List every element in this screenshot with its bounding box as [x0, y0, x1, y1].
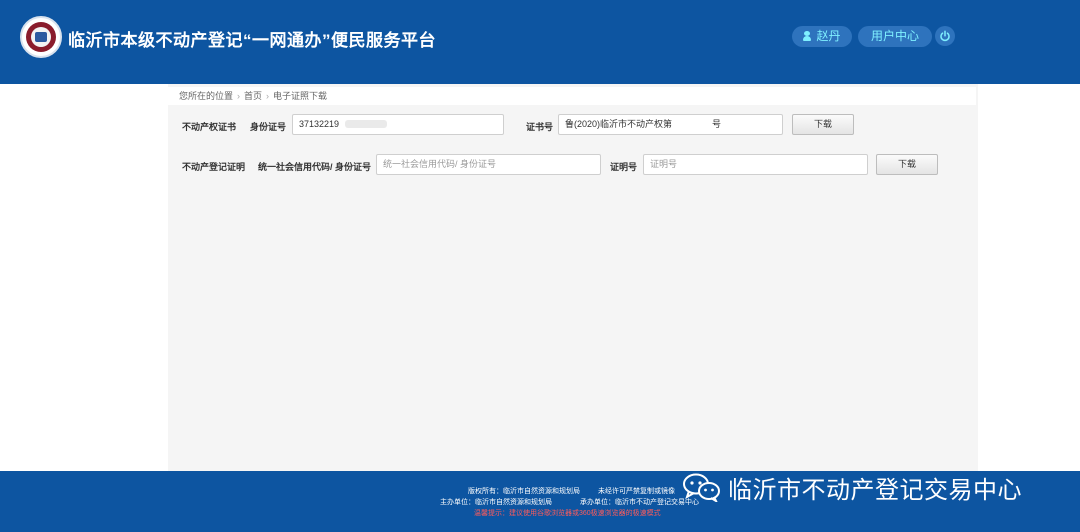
wechat-watermark: 临沂市不动产登记交易中心: [682, 472, 1022, 504]
cert-number-value: 鲁(2020)临沂市不动产权第: [565, 119, 673, 129]
top-header: 临沂市本级不动产登记“一网通办”便民服务平台 赵丹 用户中心: [0, 0, 1080, 84]
breadcrumb-prefix: 您所在的位置: [179, 91, 234, 101]
cert-number-suffix: 号: [712, 119, 722, 129]
credit-code-input[interactable]: 统一社会信用代码/ 身份证号: [376, 154, 601, 175]
proof-number-input[interactable]: 证明号: [643, 154, 868, 175]
redacted-blur: [345, 120, 388, 128]
emblem-logo-icon: [20, 16, 62, 58]
user-center-button[interactable]: 用户中心: [858, 26, 932, 47]
proof-number-label: 证明号: [610, 162, 638, 172]
power-icon: [940, 30, 950, 42]
footer-copyright: 版权所有：临沂市自然资源和规划局: [468, 488, 580, 495]
footer-sponsor: 主办单位：临沂市自然资源和规划局: [440, 499, 552, 506]
section-label-registration-proof: 不动产登记证明: [182, 162, 246, 172]
site-title: 临沂市本级不动产登记“一网通办”便民服务平台: [68, 31, 436, 50]
user-icon: [803, 31, 812, 41]
footer-no-copy: 未经许可严禁复制或镜像: [598, 488, 675, 495]
credit-code-label: 统一社会信用代码/ 身份证号: [258, 162, 372, 172]
watermark-text: 临沂市不动产登记交易中心: [728, 476, 1022, 504]
breadcrumb: 您所在的位置 › 首页 › 电子证照下载: [168, 87, 976, 105]
user-name: 赵丹: [816, 29, 841, 43]
id-number-input[interactable]: 37132219: [292, 114, 504, 135]
footer-browser-tip: 温馨提示：建议使用谷歌浏览器或360极速浏览器的极速模式: [474, 510, 661, 517]
user-name-button[interactable]: 赵丹: [792, 26, 852, 47]
wechat-icon: [683, 473, 720, 502]
content-panel: [168, 84, 978, 471]
breadcrumb-home-link[interactable]: 首页: [244, 91, 262, 101]
download-proof-button[interactable]: 下载: [876, 154, 938, 175]
id-number-label: 身份证号: [250, 122, 287, 132]
cert-number-label: 证书号: [526, 122, 554, 132]
cert-number-input[interactable]: 鲁(2020)临沂市不动产权第 号: [558, 114, 783, 135]
section-label-property-cert: 不动产权证书: [182, 122, 237, 132]
logout-button[interactable]: [935, 26, 955, 46]
id-number-value: 37132219: [299, 119, 340, 129]
breadcrumb-current: 电子证照下载: [273, 91, 328, 101]
download-cert-button[interactable]: 下载: [792, 114, 854, 135]
